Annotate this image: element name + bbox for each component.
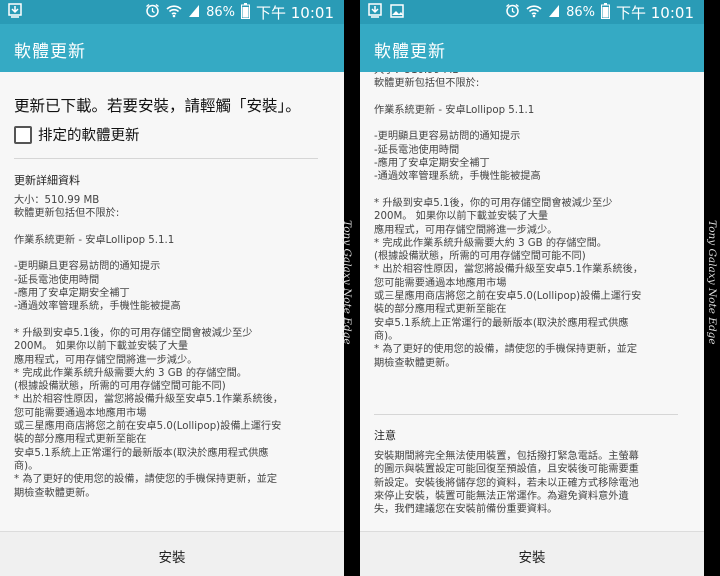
image-notification-icon <box>390 3 404 23</box>
divider <box>374 414 678 415</box>
scheduled-update-checkbox[interactable] <box>14 125 32 144</box>
notice-title: 注意 <box>374 429 396 442</box>
page-title: 軟體更新 <box>14 42 86 62</box>
notice-body: 安裝期間將完全無法使用裝置，包括撥打緊急電話。主螢幕 的圖示與裝置設定可能回復至… <box>374 451 639 516</box>
app-bar: 軟體更新 <box>0 24 344 72</box>
install-button[interactable]: 安裝 <box>0 546 344 566</box>
clock: 下午 10:01 <box>616 4 694 22</box>
watermark-text: Tony Galaxy Note Edge <box>706 220 718 345</box>
alarm-icon <box>145 3 160 22</box>
divider <box>14 158 318 159</box>
wifi-icon <box>526 4 542 22</box>
scheduled-update-label: 排定的軟體更新 <box>38 128 140 144</box>
status-bar: 86% 下午 10:01 <box>0 0 344 24</box>
bottom-bar: 安裝 <box>360 531 704 576</box>
details-body: 大小：510.99 MB 軟體更新包括但不限於: 作業系統更新 - 安卓Loll… <box>374 72 644 369</box>
update-content[interactable]: 更新已下載。若要安裝，請輕觸「安裝」。 排定的軟體更新 更新詳細資料 大小：51… <box>14 72 330 532</box>
details-title: 更新詳細資料 <box>14 174 80 187</box>
status-bar: 86% 下午 10:01 <box>360 0 704 24</box>
bottom-bar: 安裝 <box>0 531 344 576</box>
signal-icon <box>188 4 200 22</box>
scheduled-update-option[interactable]: 排定的軟體更新 <box>14 124 140 145</box>
download-complete-message: 更新已下載。若要安裝，請輕觸「安裝」。 <box>14 97 301 115</box>
watermark-text: Tony Galaxy Note Edge <box>341 220 353 345</box>
alarm-icon <box>505 3 520 22</box>
install-button[interactable]: 安裝 <box>360 546 704 566</box>
clock: 下午 10:01 <box>256 4 334 22</box>
wifi-icon <box>166 4 182 22</box>
download-notification-icon <box>368 3 382 23</box>
right-screen: 86% 下午 10:01 軟體更新 大小：510.99 MB 軟體更新包括但不限… <box>360 0 704 576</box>
battery-percent: 86% <box>206 5 235 20</box>
download-notification-icon <box>8 3 22 23</box>
details-body: 大小：510.99 MB 軟體更新包括但不限於: 作業系統更新 - 安卓Loll… <box>14 195 284 499</box>
app-bar: 軟體更新 <box>360 24 704 72</box>
battery-icon <box>241 2 250 23</box>
battery-percent: 86% <box>566 5 595 20</box>
left-screen: 86% 下午 10:01 軟體更新 更新已下載。若要安裝，請輕觸「安裝」。 排定… <box>0 0 344 576</box>
signal-icon <box>548 4 560 22</box>
update-content-scrolled[interactable]: 大小：510.99 MB 軟體更新包括但不限於: 作業系統更新 - 安卓Loll… <box>374 72 690 532</box>
battery-icon <box>601 2 610 23</box>
page-title: 軟體更新 <box>374 42 446 62</box>
